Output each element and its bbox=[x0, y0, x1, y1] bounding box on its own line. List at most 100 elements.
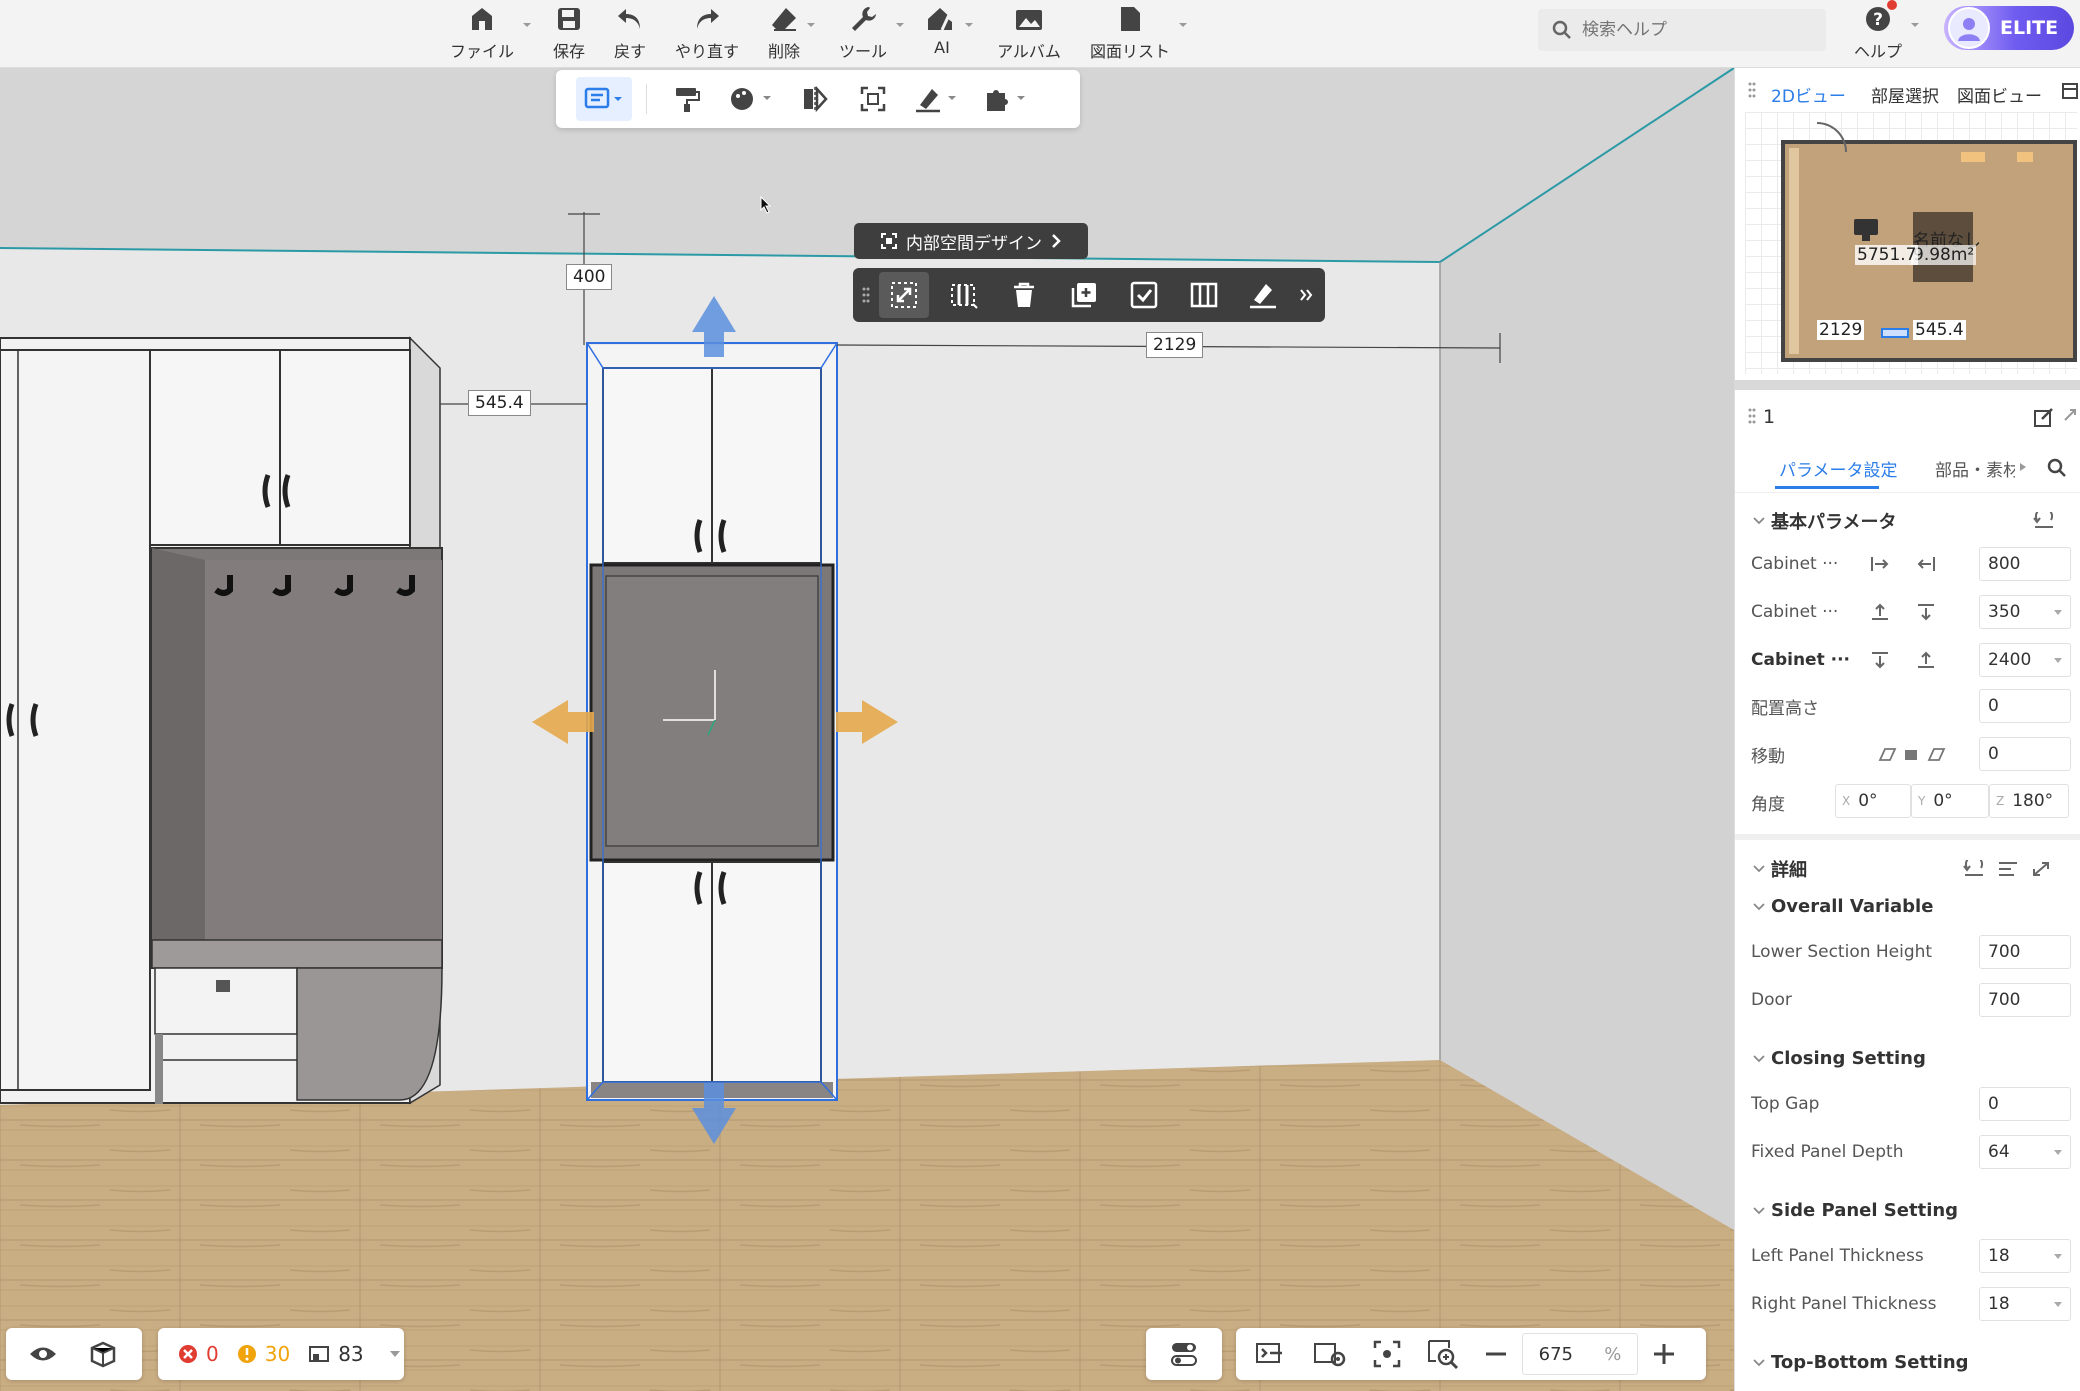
help-search-box[interactable] bbox=[1538, 9, 1826, 51]
zoom-input[interactable]: 675 % bbox=[1522, 1333, 1638, 1375]
param-width-input[interactable]: 800 bbox=[1979, 547, 2071, 581]
reset-icon[interactable] bbox=[1963, 860, 1985, 878]
view-settings-icon[interactable] bbox=[1312, 1339, 1348, 1369]
expand-icon[interactable] bbox=[2031, 860, 2051, 878]
drag-handle-icon[interactable] bbox=[861, 285, 871, 305]
undo-button[interactable]: 戻す bbox=[606, 2, 654, 62]
material-button[interactable] bbox=[723, 77, 779, 121]
detail-value-input[interactable]: 700 bbox=[1979, 935, 2071, 969]
help-search-input[interactable] bbox=[1582, 20, 1802, 40]
resize-button[interactable] bbox=[879, 272, 929, 318]
ai-button[interactable]: AI bbox=[922, 2, 962, 62]
selected-cabinet-marker[interactable] bbox=[1881, 328, 1909, 338]
zoom-out-icon[interactable] bbox=[1484, 1342, 1508, 1366]
plugin-button[interactable] bbox=[977, 77, 1033, 121]
chevron-down-icon[interactable] bbox=[806, 20, 816, 30]
eye-icon[interactable] bbox=[28, 1343, 58, 1365]
group-header-1[interactable]: Closing Setting bbox=[1753, 1048, 1926, 1069]
trash-button[interactable] bbox=[999, 272, 1049, 318]
dimension-top-label[interactable]: 400 bbox=[566, 264, 613, 290]
chevron-down-icon[interactable] bbox=[522, 20, 532, 30]
drag-handle-icon[interactable] bbox=[1747, 80, 1757, 100]
chevron-down-icon[interactable] bbox=[1910, 20, 1920, 30]
chevron-right-icon[interactable] bbox=[2019, 462, 2027, 472]
settings-toggle[interactable] bbox=[1146, 1328, 1222, 1380]
basic-params-header[interactable]: 基本パラメータ bbox=[1753, 508, 1896, 534]
align-bottom-icon[interactable] bbox=[1915, 650, 1937, 670]
chevron-down-icon[interactable] bbox=[964, 20, 974, 30]
replace-button[interactable] bbox=[1119, 272, 1169, 318]
paint-roller-button[interactable] bbox=[665, 77, 709, 121]
align-top-icon[interactable] bbox=[1915, 602, 1937, 622]
delete-button[interactable]: 削除 bbox=[762, 2, 806, 62]
detail-value-input[interactable]: 64 bbox=[1979, 1135, 2071, 1169]
chevron-down-icon[interactable] bbox=[895, 20, 905, 30]
angle-x-input[interactable]: X 0° bbox=[1835, 784, 1911, 818]
zoom-in-icon[interactable] bbox=[1652, 1342, 1676, 1366]
drag-handle-icon[interactable] bbox=[1747, 406, 1757, 426]
angle-z-input[interactable]: Z 180° bbox=[1989, 784, 2069, 818]
tab-2d-view[interactable]: 2Dビュー bbox=[1771, 82, 1846, 107]
tab-parameters[interactable]: パラメータ設定 bbox=[1779, 456, 1898, 481]
cube-icon[interactable] bbox=[88, 1340, 118, 1368]
chevron-down-icon[interactable] bbox=[388, 1349, 402, 1359]
interior-design-button[interactable]: 内部空間デザイン bbox=[854, 223, 1088, 259]
duplicate-button[interactable] bbox=[1059, 272, 1109, 318]
group-header-3[interactable]: Top-Bottom Setting bbox=[1753, 1352, 1969, 1373]
detail-value-input[interactable]: 0 bbox=[1979, 1087, 2071, 1121]
3d-viewport[interactable]: 400 545.4 2129 bbox=[0, 68, 1734, 1391]
dimension-right-label[interactable]: 2129 bbox=[1146, 332, 1204, 358]
align-top-icon[interactable] bbox=[1869, 650, 1891, 670]
fit-view-icon[interactable] bbox=[1254, 1339, 1288, 1369]
focus-icon[interactable] bbox=[1372, 1339, 1402, 1369]
frame-select-button[interactable] bbox=[851, 77, 895, 121]
save-button[interactable]: 保存 bbox=[546, 2, 592, 62]
group-header-0[interactable]: Overall Variable bbox=[1753, 896, 1933, 917]
album-button[interactable]: アルバム bbox=[994, 2, 1064, 62]
tab-room-select[interactable]: 部屋選択 bbox=[1871, 82, 1939, 107]
camera-icon[interactable] bbox=[1851, 216, 1881, 244]
detail-value-input[interactable]: 700 bbox=[1979, 983, 2071, 1017]
split-button[interactable] bbox=[939, 272, 989, 318]
scene-canvas[interactable] bbox=[0, 68, 1734, 1391]
align-button[interactable] bbox=[1179, 272, 1229, 318]
selected-cabinet[interactable] bbox=[586, 342, 838, 1101]
edit-icon[interactable] bbox=[2033, 406, 2055, 428]
expand-icon[interactable] bbox=[2061, 406, 2079, 424]
search-icon[interactable] bbox=[2047, 458, 2067, 478]
elite-account-badge[interactable]: ELITE bbox=[1944, 6, 2074, 50]
file-menu-button[interactable]: ファイル bbox=[448, 2, 516, 62]
align-right-icon[interactable] bbox=[1915, 554, 1937, 574]
param-depth-input[interactable]: 350 bbox=[1979, 595, 2071, 629]
floor-plan-map[interactable]: 名前なし 9.98m² 5751.7 2129 545.4 bbox=[1745, 112, 2077, 374]
measure-button[interactable] bbox=[909, 77, 963, 121]
tools-menu-button[interactable]: ツール bbox=[832, 2, 894, 62]
group-header-2[interactable]: Side Panel Setting bbox=[1753, 1200, 1958, 1221]
drawing-list-button[interactable]: 図面リスト bbox=[1086, 2, 1174, 62]
move-axis-icons[interactable] bbox=[1877, 746, 1947, 764]
detail-value-input[interactable]: 18 bbox=[1979, 1287, 2071, 1321]
align-bottom-icon[interactable] bbox=[1869, 602, 1891, 622]
reset-icon[interactable] bbox=[2033, 512, 2055, 530]
measure-tool-button[interactable] bbox=[1239, 272, 1289, 318]
panel-toggle-icon[interactable] bbox=[2061, 82, 2079, 100]
details-header[interactable]: 詳細 bbox=[1753, 856, 1807, 882]
param-height-input[interactable]: 2400 bbox=[1979, 643, 2071, 677]
left-cabinet-unit[interactable] bbox=[0, 336, 443, 1105]
param-move-input[interactable]: 0 bbox=[1979, 737, 2071, 771]
status-counters[interactable]: 0 30 83 bbox=[158, 1328, 404, 1380]
mirror-button[interactable] bbox=[793, 77, 837, 121]
tab-drawing-view[interactable]: 図面ビュー bbox=[1957, 82, 2042, 107]
chevron-down-icon[interactable] bbox=[1178, 20, 1188, 30]
dimension-left-label[interactable]: 545.4 bbox=[468, 390, 531, 416]
detail-value-input[interactable]: 18 bbox=[1979, 1239, 2071, 1273]
angle-y-input[interactable]: Y 0° bbox=[1911, 784, 1989, 818]
param-elevation-input[interactable]: 0 bbox=[1979, 689, 2071, 723]
help-button[interactable]: ? ヘルプ bbox=[1850, 0, 1906, 62]
align-left-icon[interactable] bbox=[1869, 554, 1891, 574]
tab-parts-materials[interactable]: 部品・素材 bbox=[1935, 456, 2015, 481]
zoom-window-icon[interactable] bbox=[1426, 1338, 1460, 1370]
filter-list-icon[interactable] bbox=[1997, 860, 2019, 878]
more-tools-icon[interactable] bbox=[1299, 286, 1313, 304]
view-mode-button[interactable] bbox=[576, 77, 632, 121]
